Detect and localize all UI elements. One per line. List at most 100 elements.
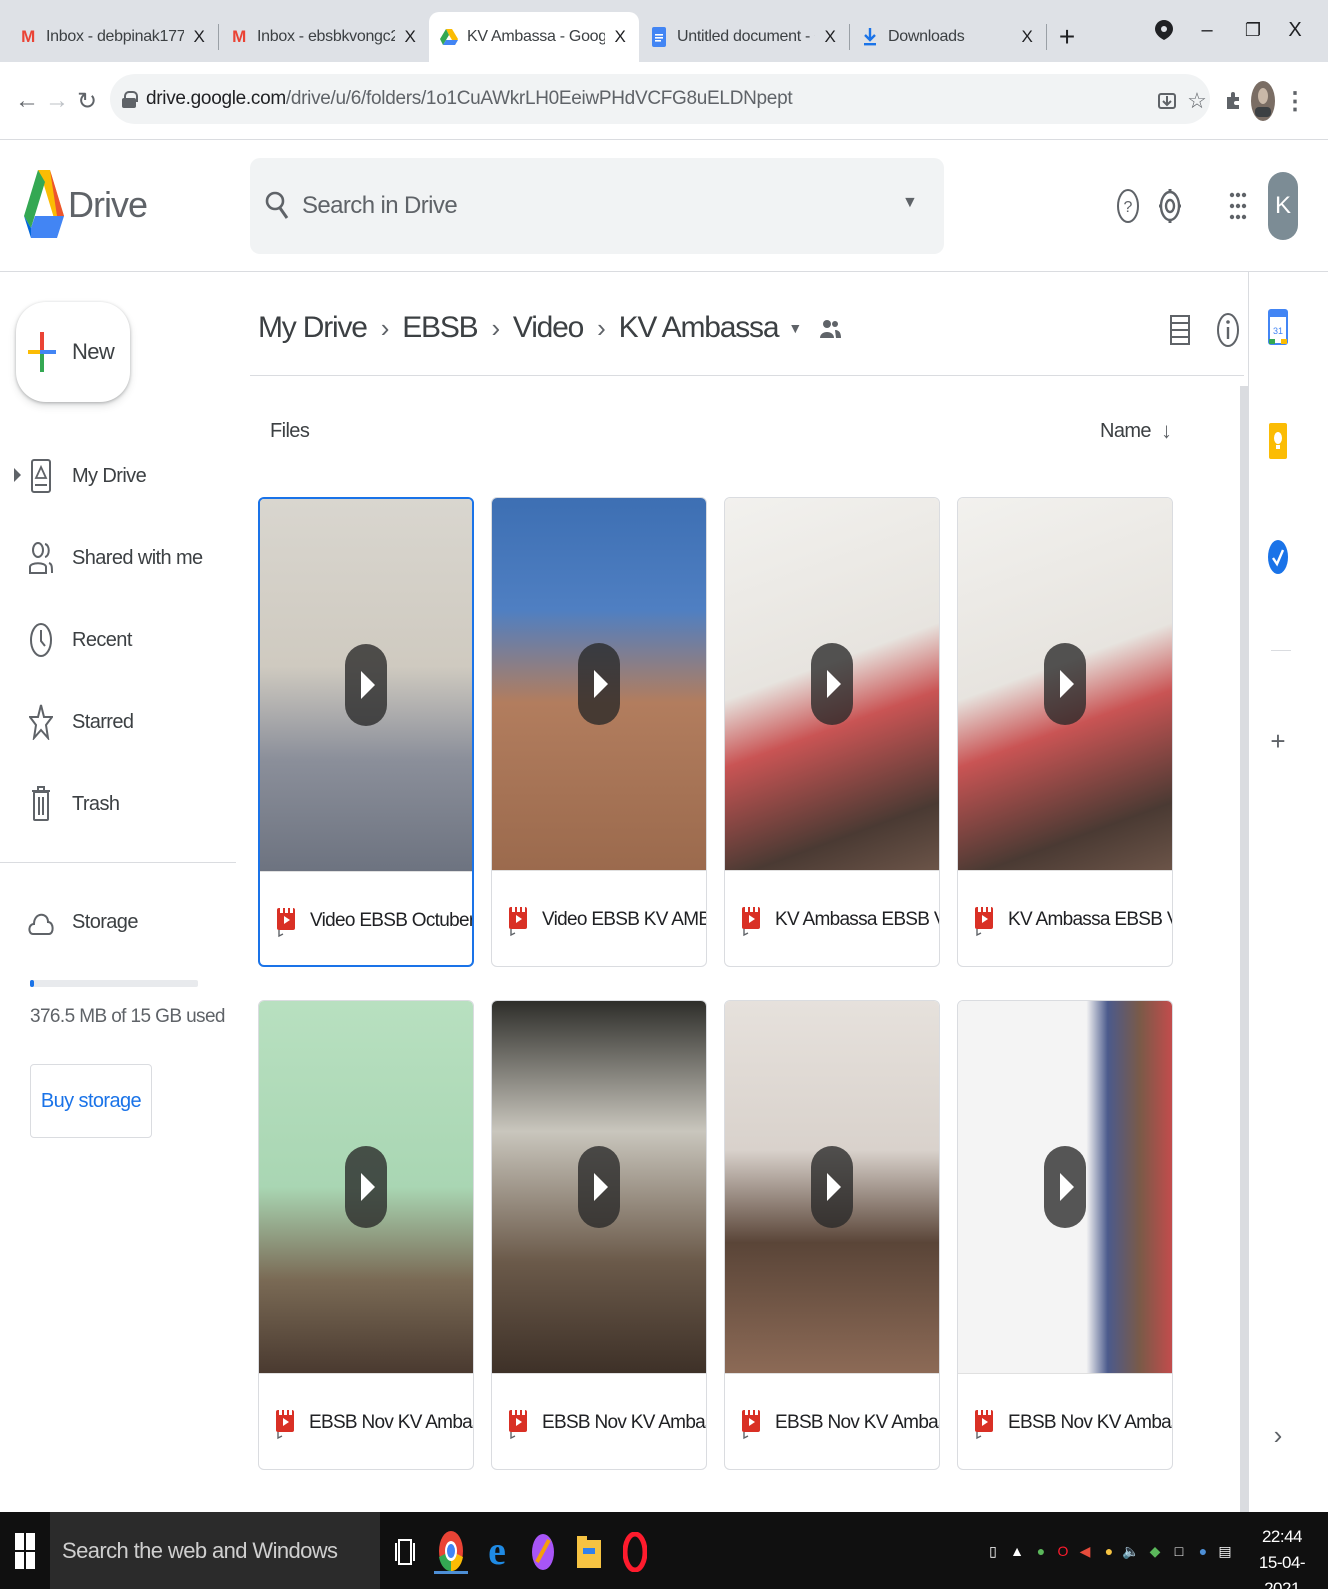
taskbar-search-box[interactable]: Search the web and Windows — [50, 1512, 380, 1589]
browser-tab-docs[interactable]: Untitled document - Google X — [639, 12, 849, 62]
address-bar[interactable]: drive.google.com/drive/u/6/folders/1o1Cu… — [110, 74, 1210, 124]
new-button[interactable]: New — [16, 302, 130, 402]
file-card-footer[interactable]: Video EBSB KV AMB.mp4 — [492, 870, 706, 966]
opera-tray-icon[interactable]: O — [1054, 1534, 1072, 1568]
account-avatar[interactable]: K — [1268, 172, 1298, 240]
chrome-tray-icon[interactable]: ● — [1194, 1534, 1212, 1568]
opera-taskbar-icon[interactable] — [618, 1530, 652, 1574]
list-view-icon[interactable] — [1162, 312, 1198, 348]
file-card-footer[interactable]: EBSB Nov KV Ambassa (... — [259, 1373, 473, 1469]
file-card-footer[interactable]: EBSB Nov KV Ambassa (... — [958, 1373, 1172, 1469]
add-addon-plus-icon[interactable]: + — [1267, 722, 1289, 760]
video-thumbnail[interactable] — [492, 498, 706, 870]
new-tab-button[interactable]: + — [1047, 12, 1087, 62]
file-card[interactable]: Video EBSB Octuber 202... — [258, 497, 474, 967]
browser-tab-downloads[interactable]: Downloads X — [850, 12, 1046, 62]
close-window-button[interactable]: X — [1280, 10, 1310, 50]
folder-menu-caret-icon[interactable]: ▼ — [788, 320, 802, 336]
back-arrow-icon[interactable]: ← — [12, 81, 42, 121]
video-thumbnail[interactable] — [958, 1001, 1172, 1373]
file-card[interactable]: Video EBSB KV AMB.mp4 — [491, 497, 707, 967]
profile-menu-icon[interactable] — [1150, 10, 1178, 50]
extensions-icon[interactable] — [1218, 81, 1248, 121]
sidebar-item-starred[interactable]: Starred — [0, 694, 232, 750]
display-tray-icon[interactable]: □ — [1170, 1534, 1188, 1568]
paint-app-taskbar-icon[interactable] — [526, 1530, 560, 1574]
help-icon[interactable]: ? — [1108, 186, 1148, 226]
file-card-footer[interactable]: EBSB Nov KV Ambassa (... — [725, 1373, 939, 1469]
collapse-panel-chevron-icon[interactable]: › — [1267, 1416, 1289, 1454]
file-card-footer[interactable]: Video EBSB Octuber 202... — [260, 871, 472, 965]
file-card[interactable]: KV Ambassa EBSB Video.... — [724, 497, 940, 967]
buy-storage-button[interactable]: Buy storage — [30, 1064, 152, 1138]
reload-icon[interactable]: ↻ — [72, 81, 102, 121]
play-icon[interactable] — [345, 644, 387, 726]
expand-arrow-icon[interactable] — [14, 468, 21, 482]
tab-close-icon[interactable]: X — [401, 27, 419, 47]
file-card[interactable]: KV Ambassa EBSB Video ... — [957, 497, 1173, 967]
task-view-icon[interactable] — [388, 1530, 422, 1574]
settings-gear-icon[interactable] — [1150, 186, 1190, 226]
breadcrumb-item[interactable]: My Drive — [258, 311, 368, 345]
calendar-icon[interactable]: 31 — [1267, 308, 1289, 346]
browser-tab-drive[interactable]: KV Ambassa - Google Drive X — [429, 12, 639, 62]
video-thumbnail[interactable] — [260, 499, 472, 871]
info-icon[interactable] — [1210, 312, 1246, 348]
network-tray-icon[interactable]: ◆ — [1146, 1534, 1164, 1568]
video-thumbnail[interactable] — [725, 1001, 939, 1373]
play-icon[interactable] — [811, 643, 853, 725]
restore-button[interactable]: ❐ — [1238, 10, 1268, 50]
video-thumbnail[interactable] — [492, 1001, 706, 1373]
volume-icon[interactable]: 🔈 — [1122, 1534, 1140, 1568]
chrome-taskbar-icon[interactable] — [434, 1530, 468, 1574]
drive-search-box[interactable]: ▼ — [250, 158, 944, 254]
edge-taskbar-icon[interactable]: e — [480, 1530, 514, 1574]
tab-close-icon[interactable]: X — [1018, 27, 1036, 47]
play-icon[interactable] — [578, 1146, 620, 1228]
play-icon[interactable] — [345, 1146, 387, 1228]
file-card[interactable]: EBSB Nov KV Ambassa (... — [724, 1000, 940, 1470]
install-app-icon[interactable] — [1152, 81, 1182, 121]
play-icon[interactable] — [578, 643, 620, 725]
arrow-down-icon[interactable]: ↓ — [1161, 418, 1172, 444]
file-card-footer[interactable]: KV Ambassa EBSB Video.... — [725, 870, 939, 966]
media-tray-icon[interactable]: ● — [1100, 1534, 1118, 1568]
video-thumbnail[interactable] — [259, 1001, 473, 1373]
sidebar-item-recent[interactable]: Recent — [0, 612, 232, 668]
google-drive-logo[interactable] — [24, 170, 64, 238]
sidebar-item-shared-with-me[interactable]: Shared with me — [0, 530, 232, 586]
breadcrumb-current-folder[interactable]: KV Ambassa — [619, 311, 780, 345]
video-thumbnail[interactable] — [958, 498, 1172, 870]
file-card-footer[interactable]: EBSB Nov KV Ambassa (... — [492, 1373, 706, 1469]
search-input[interactable] — [302, 158, 862, 254]
browser-menu-icon[interactable]: ⋮ — [1280, 81, 1310, 121]
browser-tab-gmail-2[interactable]: M Inbox - ebsbkvongc2020@gn X — [219, 12, 429, 62]
breadcrumb-item[interactable]: Video — [513, 311, 584, 345]
tab-close-icon[interactable]: X — [611, 27, 629, 47]
file-card[interactable]: EBSB Nov KV Ambassa (... — [957, 1000, 1173, 1470]
scrollbar[interactable] — [1240, 386, 1248, 1512]
play-icon[interactable] — [1044, 643, 1086, 725]
notifications-icon[interactable]: ▤ — [1216, 1534, 1234, 1568]
keep-icon[interactable] — [1267, 422, 1289, 460]
play-icon[interactable] — [1044, 1146, 1086, 1228]
file-card[interactable]: EBSB Nov KV Ambassa (... — [491, 1000, 707, 1470]
tab-close-icon[interactable]: X — [821, 27, 839, 47]
file-card[interactable]: EBSB Nov KV Ambassa (... — [258, 1000, 474, 1470]
profile-avatar-icon[interactable] — [1248, 81, 1278, 121]
search-icon[interactable] — [264, 190, 290, 220]
search-options-icon[interactable]: ▼ — [902, 194, 918, 212]
sort-by-name-button[interactable]: Name ↓ — [1100, 418, 1172, 444]
browser-tab-gmail-1[interactable]: M Inbox - debpinak1772000@g X — [8, 12, 218, 62]
apps-grid-icon[interactable] — [1218, 186, 1258, 226]
video-thumbnail[interactable] — [725, 498, 939, 870]
tasks-icon[interactable] — [1267, 538, 1289, 576]
file-explorer-taskbar-icon[interactable] — [572, 1530, 606, 1574]
windows-start-icon[interactable] — [0, 1512, 50, 1589]
sidebar-item-storage[interactable]: Storage — [0, 894, 232, 950]
breadcrumb-item[interactable]: EBSB — [402, 311, 478, 345]
usb-tray-icon[interactable]: ▯ — [984, 1534, 1002, 1568]
tab-close-icon[interactable]: X — [190, 27, 208, 47]
tray-arrow-icon[interactable]: ◀ — [1076, 1534, 1094, 1568]
shield-tray-icon[interactable]: ● — [1032, 1534, 1050, 1568]
